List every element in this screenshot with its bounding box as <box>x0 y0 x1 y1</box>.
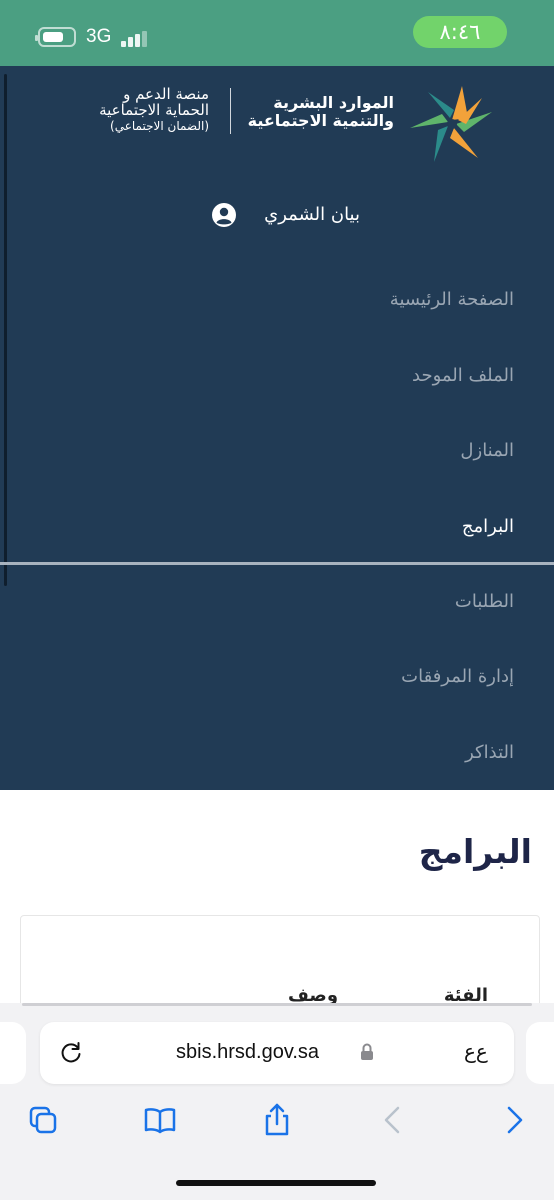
logo-divider <box>230 88 231 134</box>
previous-tab-peek[interactable] <box>0 1022 26 1084</box>
url-text[interactable]: sbis.hrsd.gov.sa <box>176 1041 319 1064</box>
hrsd-star-logo[interactable] <box>400 84 504 164</box>
forward-icon[interactable] <box>496 1102 532 1138</box>
page-title: البرامج <box>418 832 532 871</box>
back-icon[interactable] <box>375 1102 411 1138</box>
platform-title[interactable]: منصة الدعم و الحماية الاجتماعية (الضمان … <box>49 86 209 134</box>
next-tab-peek[interactable] <box>526 1022 554 1084</box>
ministry-name-line2: والتنمية الاجتماعية <box>247 111 394 130</box>
address-bar[interactable]: sbis.hrsd.gov.sa ﻉﻉ <box>40 1022 514 1084</box>
lock-icon <box>361 1043 373 1060</box>
status-time[interactable]: ٨:٤٦ <box>413 16 507 48</box>
toolbar-separator <box>22 1003 532 1006</box>
screen: 3G ٨:٤٦ منصة الدعم و الحماية الاجتماعية … <box>0 0 554 1200</box>
signal-icon <box>121 29 151 47</box>
ministry-name: الموارد البشرية والتنمية الاجتماعية <box>244 94 394 130</box>
navigation-panel: منصة الدعم و الحماية الاجتماعية (الضمان … <box>0 66 554 790</box>
network-type: 3G <box>86 26 112 47</box>
platform-title-line1: منصة الدعم و <box>123 85 209 103</box>
user-profile[interactable]: بيان الشمري <box>0 196 554 236</box>
menu-item-requests[interactable]: الطلبات <box>455 591 514 612</box>
bookmarks-icon[interactable] <box>142 1102 178 1138</box>
page-settings-button[interactable]: ﻉﻉ <box>464 1039 488 1063</box>
ministry-name-line1: الموارد البشرية <box>273 93 394 112</box>
menu-item-programs[interactable]: البرامج <box>462 516 514 537</box>
share-icon[interactable] <box>259 1102 295 1138</box>
reload-icon[interactable] <box>58 1040 84 1066</box>
menu-item-tickets[interactable]: التذاكر <box>465 742 514 763</box>
scroll-indicator <box>4 74 7 586</box>
platform-title-line2: الحماية الاجتماعية <box>99 101 209 119</box>
battery-icon <box>35 27 76 47</box>
home-indicator[interactable] <box>176 1180 376 1186</box>
status-bar: 3G ٨:٤٦ <box>0 0 554 66</box>
menu-item-home[interactable]: الصفحة الرئيسية <box>390 289 514 310</box>
menu-item-residences[interactable]: المنازل <box>460 440 514 461</box>
menu-item-attachments[interactable]: إدارة المرفقات <box>401 666 514 687</box>
tabs-icon[interactable] <box>25 1102 61 1138</box>
user-circle-icon <box>212 203 236 227</box>
active-item-divider <box>0 562 554 565</box>
user-name: بيان الشمري <box>264 204 360 225</box>
menu-item-unified-file[interactable]: الملف الموحد <box>412 365 514 386</box>
platform-title-line3: (الضمان الاجتماعي) <box>110 119 209 133</box>
